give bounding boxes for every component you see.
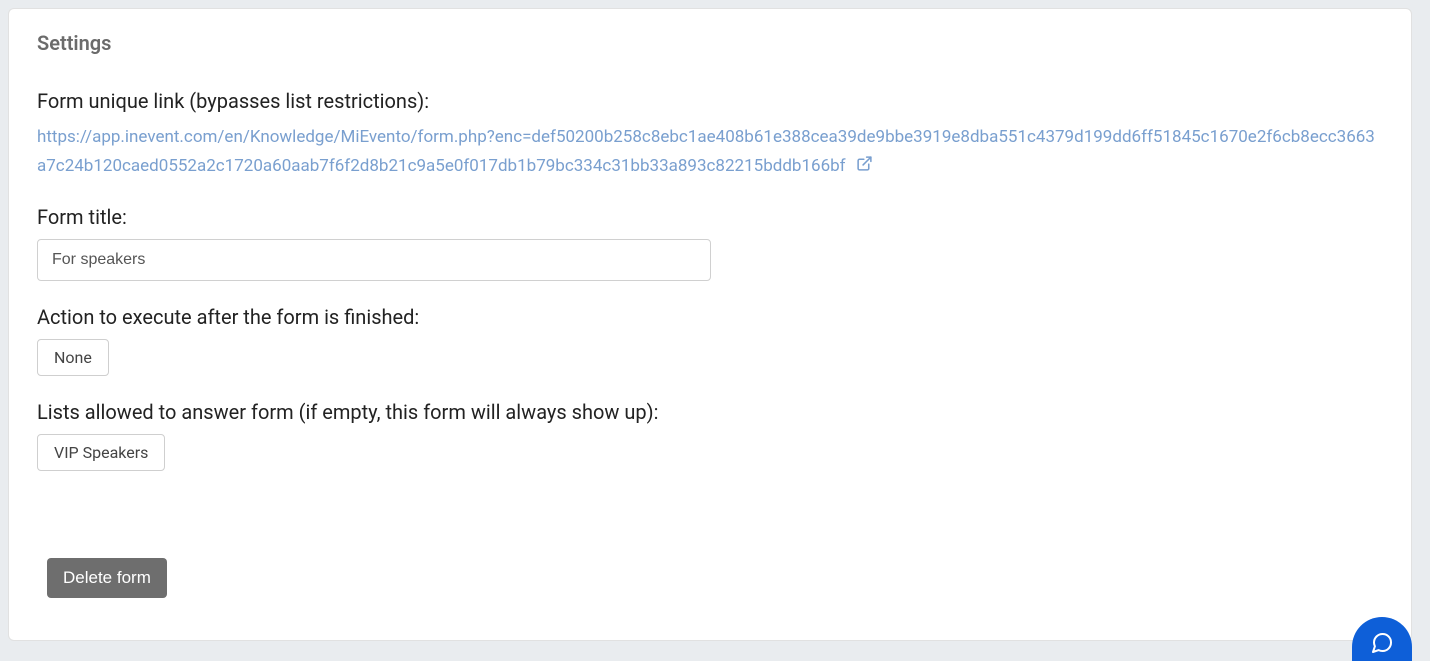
unique-link-section: Form unique link (bypasses list restrict…	[37, 89, 1383, 181]
lists-label: Lists allowed to answer form (if empty, …	[37, 400, 1383, 424]
form-title-section: Form title:	[37, 205, 1383, 281]
form-title-input[interactable]	[37, 239, 711, 281]
lists-section: Lists allowed to answer form (if empty, …	[37, 400, 1383, 471]
unique-link-text: https://app.inevent.com/en/Knowledge/MiE…	[37, 127, 1375, 176]
form-title-label: Form title:	[37, 205, 1383, 229]
action-section: Action to execute after the form is fini…	[37, 305, 1383, 376]
unique-link[interactable]: https://app.inevent.com/en/Knowledge/MiE…	[37, 127, 1375, 176]
lists-selector[interactable]: VIP Speakers	[37, 434, 165, 471]
action-selector[interactable]: None	[37, 339, 109, 376]
delete-form-button[interactable]: Delete form	[47, 558, 167, 598]
settings-panel: Settings Form unique link (bypasses list…	[8, 8, 1412, 641]
external-link-icon[interactable]	[856, 155, 873, 172]
action-label: Action to execute after the form is fini…	[37, 305, 1383, 329]
chat-icon	[1369, 631, 1395, 655]
unique-link-label: Form unique link (bypasses list restrict…	[37, 89, 1383, 113]
panel-title: Settings	[37, 31, 1383, 55]
